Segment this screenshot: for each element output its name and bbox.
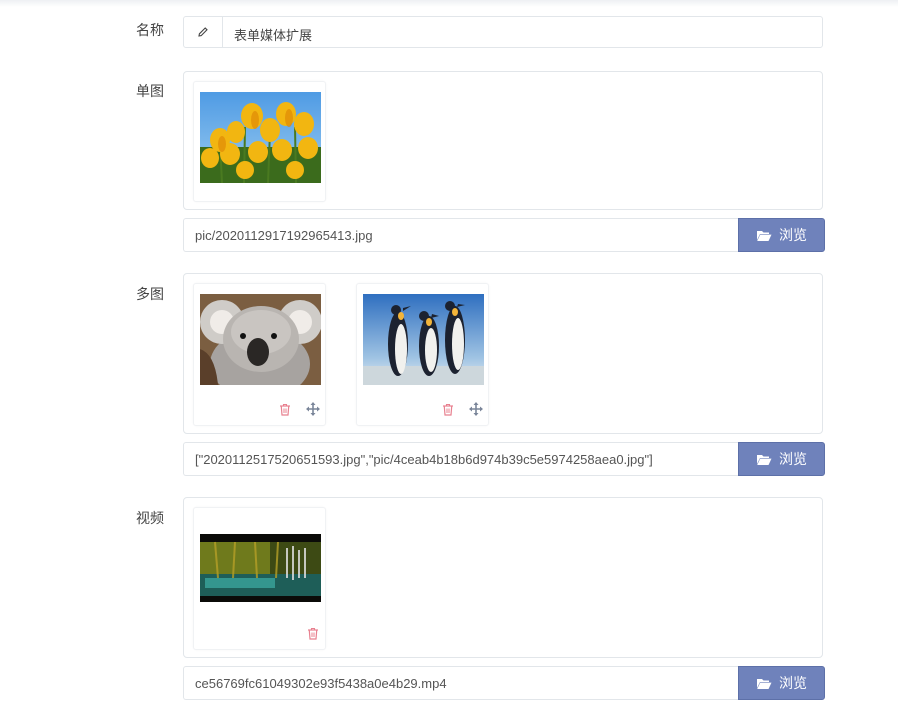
video-panel xyxy=(183,497,823,658)
browse-label: 浏览 xyxy=(779,675,807,691)
name-label: 名称 xyxy=(136,22,164,38)
pencil-icon xyxy=(184,17,223,47)
multi-image-path-value: ["2020112517520651593.jpg","pic/4ceab4b1… xyxy=(195,452,653,467)
multi-image-path-row: ["2020112517520651593.jpg","pic/4ceab4b1… xyxy=(183,442,825,476)
video-thumbnail[interactable] xyxy=(193,507,326,650)
browse-button[interactable]: 浏览 xyxy=(738,442,825,476)
browse-label: 浏览 xyxy=(779,451,807,467)
single-image-path-row: pic/2020112917192965413.jpg 浏览 xyxy=(183,218,825,252)
video-label: 视频 xyxy=(136,510,164,526)
move-icon[interactable] xyxy=(468,401,484,417)
folder-open-icon xyxy=(757,230,772,241)
delete-icon[interactable] xyxy=(277,401,293,417)
video-path-value: ce56769fc61049302e93f5438a0e4b29.mp4 xyxy=(195,676,447,691)
top-shadow xyxy=(0,0,898,7)
single-image-label: 单图 xyxy=(136,83,164,99)
single-image-path-value: pic/2020112917192965413.jpg xyxy=(195,228,373,243)
single-image-panel xyxy=(183,71,823,210)
browse-label: 浏览 xyxy=(779,227,807,243)
single-image-path-input[interactable]: pic/2020112917192965413.jpg xyxy=(183,218,739,252)
browse-button[interactable]: 浏览 xyxy=(738,218,825,252)
koala-image xyxy=(200,294,321,385)
name-field[interactable]: 表单媒体扩展 xyxy=(183,16,823,48)
video-path-input[interactable]: ce56769fc61049302e93f5438a0e4b29.mp4 xyxy=(183,666,739,700)
folder-open-icon xyxy=(757,454,772,465)
delete-icon[interactable] xyxy=(305,625,321,641)
video-frame-image xyxy=(200,534,321,602)
browse-button[interactable]: 浏览 xyxy=(738,666,825,700)
multi-image-path-input[interactable]: ["2020112517520651593.jpg","pic/4ceab4b1… xyxy=(183,442,739,476)
image-thumbnail[interactable] xyxy=(356,283,489,426)
video-path-row: ce56769fc61049302e93f5438a0e4b29.mp4 浏览 xyxy=(183,666,825,700)
multi-image-panel xyxy=(183,273,823,434)
image-thumbnail[interactable] xyxy=(193,283,326,426)
image-thumbnail[interactable] xyxy=(193,81,326,202)
penguins-image xyxy=(363,294,484,385)
delete-icon[interactable] xyxy=(440,401,456,417)
move-icon[interactable] xyxy=(305,401,321,417)
folder-open-icon xyxy=(757,678,772,689)
multi-image-label: 多图 xyxy=(136,286,164,302)
tulips-image xyxy=(200,92,321,183)
name-value: 表单媒体扩展 xyxy=(234,28,313,43)
